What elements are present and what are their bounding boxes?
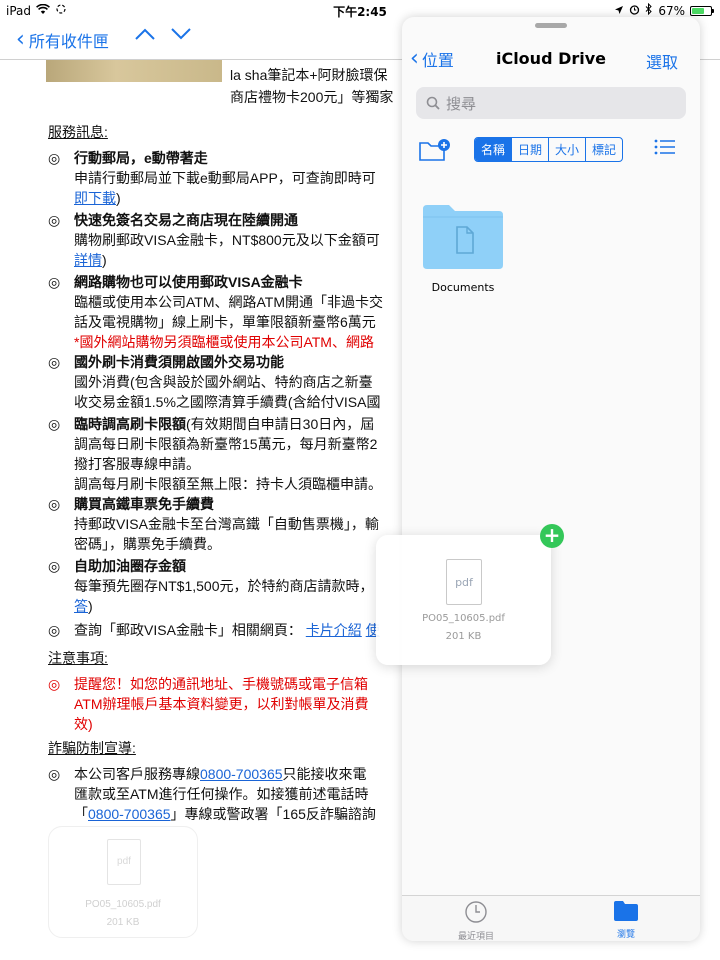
search-input[interactable]: 搜尋 (416, 87, 686, 119)
dragged-filename: PO05_10605.pdf (422, 613, 505, 624)
sort-date-option[interactable]: 日期 (511, 138, 548, 161)
sort-segmented-control: 名稱 日期 大小 標記 (474, 137, 624, 162)
select-button[interactable]: 選取 (646, 49, 678, 73)
fraud-section-title: 詐騙防制宣導: (48, 740, 136, 756)
download-link[interactable]: 即下載 (74, 190, 116, 206)
new-folder-icon (419, 139, 450, 161)
folder-icon (614, 901, 638, 921)
attachment-size: 201 KB (106, 917, 140, 928)
files-tab-bar: 最近項目 瀏覽 (402, 895, 700, 941)
next-message-button[interactable] (170, 26, 192, 45)
details-link[interactable]: 詳情 (74, 252, 102, 268)
chevron-up-icon (135, 28, 155, 40)
dragged-attachment[interactable]: pdf PO05_10605.pdf 201 KB (376, 535, 551, 665)
tab-label: 最近項目 (457, 932, 494, 941)
search-icon (426, 96, 440, 110)
list-view-button[interactable] (654, 139, 676, 159)
phone-link[interactable]: 0800-700365 (200, 766, 283, 782)
promo-text: la sha筆記本+阿財臉環保 商店禮物卡200元」等獨家 (230, 67, 394, 105)
back-label: 所有收件匣 (28, 32, 109, 51)
card-intro-link[interactable]: 卡片介紹 (306, 622, 362, 638)
tab-recents[interactable]: 最近項目 (416, 900, 536, 941)
folder-documents[interactable]: Documents (420, 203, 506, 294)
list-icon (654, 139, 675, 155)
chevron-left-icon: ‹ (16, 27, 25, 52)
location-icon (614, 4, 624, 18)
add-badge-icon: + (540, 524, 564, 548)
sort-name-option[interactable]: 名稱 (475, 138, 512, 161)
service-section-title: 服務訊息: (48, 124, 108, 140)
new-folder-button[interactable] (418, 137, 452, 167)
tab-label: 瀏覽 (616, 930, 635, 940)
battery-icon (690, 5, 714, 16)
previous-message-button[interactable] (134, 26, 156, 45)
bluetooth-icon (645, 2, 653, 18)
notice-section-title: 注意事項: (48, 650, 108, 666)
dragged-filesize: 201 KB (445, 631, 482, 642)
folder-name: Documents (431, 281, 495, 294)
pdf-icon: pdf (446, 559, 482, 605)
pdf-icon: pdf (107, 839, 141, 885)
sort-tags-option[interactable]: 標記 (585, 138, 622, 161)
sort-size-option[interactable]: 大小 (548, 138, 585, 161)
files-navigation-bar: ‹ 位置 iCloud Drive 選取 (402, 43, 700, 77)
faq-link[interactable]: 答 (74, 598, 88, 614)
alarm-icon (629, 4, 640, 18)
files-browser-panel: ‹ 位置 iCloud Drive 選取 搜尋 名稱 日期 大小 標記 Docu… (402, 17, 700, 941)
attachment-filename: PO05_10605.pdf (85, 899, 161, 910)
attachment-placeholder[interactable]: pdf PO05_10605.pdf 201 KB (48, 826, 198, 938)
panel-grabber[interactable] (535, 23, 567, 28)
tab-browse[interactable]: 瀏覽 (566, 900, 686, 940)
battery-percent: 67% (658, 3, 685, 18)
back-to-all-inboxes-button[interactable]: ‹ 所有收件匣 (16, 28, 109, 52)
chevron-down-icon (171, 28, 191, 40)
clock-icon (465, 901, 487, 923)
folder-icon (423, 205, 503, 269)
files-toolbar: 名稱 日期 大小 標記 (402, 135, 700, 165)
phone-link-2[interactable]: 0800-700365 (88, 806, 171, 822)
promo-image (46, 60, 222, 82)
search-placeholder: 搜尋 (446, 94, 477, 113)
